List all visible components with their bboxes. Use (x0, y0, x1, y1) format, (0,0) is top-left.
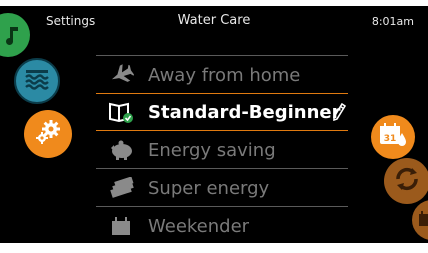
calendar-icon (104, 212, 138, 240)
piggy-bank-icon (104, 136, 138, 164)
clock: 8:01am (371, 15, 414, 28)
menu-item-label: Weekender (148, 215, 250, 237)
menu-item-weekender[interactable]: Weekender (96, 209, 348, 243)
water-button[interactable] (14, 58, 60, 104)
book-check-icon (104, 98, 138, 126)
selected-top-line (96, 93, 348, 94)
menu-item-label: Super energy (148, 177, 270, 199)
menu-item-super-energy[interactable]: Super energy (96, 171, 348, 205)
menu-item-label: Away from home (148, 64, 301, 86)
calendar-drop-icon: 31 (378, 121, 408, 153)
airplane-icon (104, 61, 138, 89)
menu-separator (96, 55, 348, 56)
menu-separator (96, 168, 348, 169)
sync-button[interactable] (384, 158, 428, 204)
money-stack-icon (104, 174, 138, 202)
page-title: Water Care (177, 13, 251, 28)
menu-separator (96, 206, 348, 207)
menu-item-standard-beginner[interactable]: Standard-Beginner (96, 95, 348, 129)
schedule-button[interactable]: 31 (371, 115, 415, 159)
menu-item-label: Standard-Beginner (148, 101, 341, 123)
water-care-screen: Settings Water Care 8:01am Away from hom… (0, 0, 428, 253)
selected-bottom-line (96, 130, 348, 131)
home-icon (4, 25, 22, 49)
more-button[interactable] (412, 200, 428, 240)
settings-button[interactable] (24, 110, 72, 158)
menu-item-energy-saving[interactable]: Energy saving (96, 133, 348, 167)
water-waves-icon (24, 68, 50, 94)
menu-item-away[interactable]: Away from home (96, 58, 348, 92)
top-frame (0, 0, 428, 6)
extra-icon (418, 210, 428, 232)
menu-item-label: Energy saving (148, 139, 276, 161)
sync-icon (392, 164, 422, 198)
gears-icon (34, 118, 62, 150)
bottom-frame (0, 243, 428, 253)
pencil-icon[interactable] (332, 102, 347, 125)
calendar-day-number: 31 (384, 134, 397, 144)
